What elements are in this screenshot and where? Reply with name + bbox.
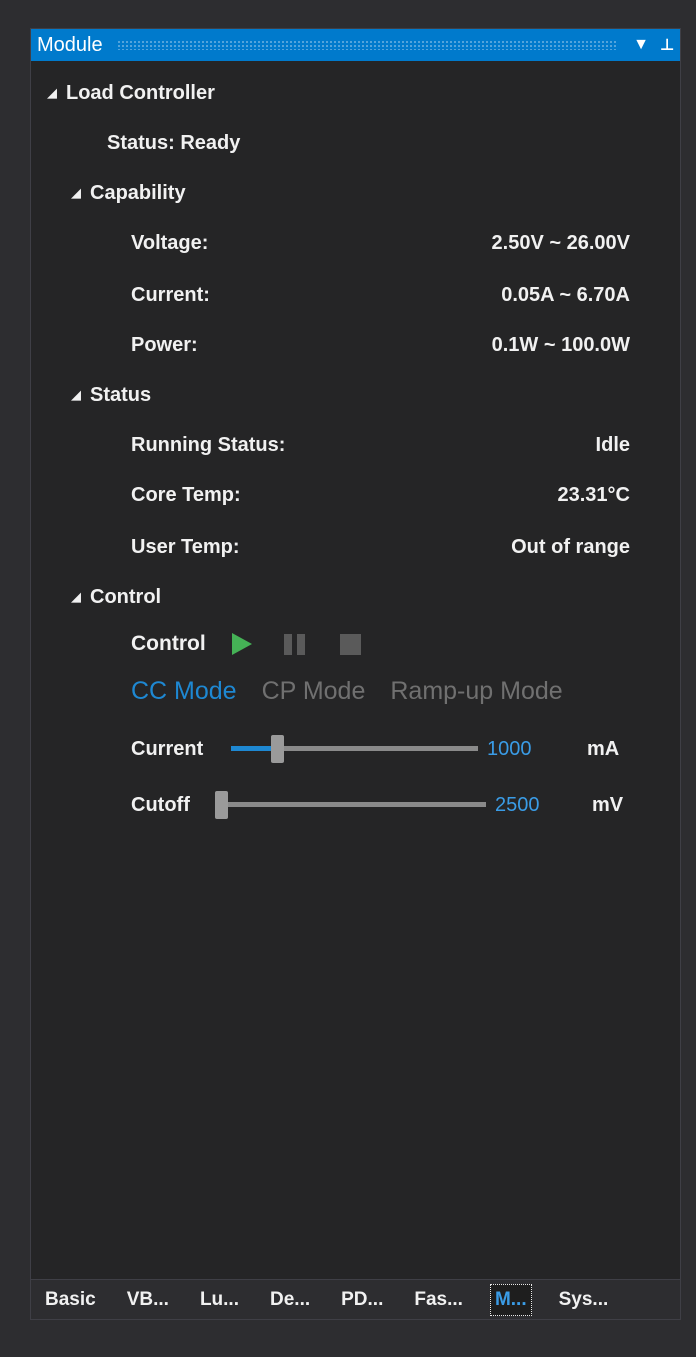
- power-label: Power:: [131, 333, 198, 356]
- expand-triangle-icon[interactable]: ◢: [71, 387, 81, 403]
- tab-fas[interactable]: Fas...: [410, 1285, 467, 1315]
- cutoff-slider-row: Cutoff 2500 mV: [131, 787, 623, 823]
- pause-icon[interactable]: [283, 633, 305, 655]
- dropdown-icon[interactable]: ▼: [628, 36, 654, 54]
- current-slider-unit: mA: [587, 737, 620, 760]
- cutoff-slider-value: 2500: [495, 793, 540, 816]
- titlebar-grip: [116, 40, 616, 50]
- cc-mode-option[interactable]: CC Mode: [131, 677, 237, 706]
- cutoff-slider[interactable]: [215, 787, 486, 823]
- stop-icon[interactable]: [339, 633, 361, 655]
- tab-lu[interactable]: Lu...: [196, 1285, 243, 1315]
- module-tabstrip: Basic VB... Lu... De... PD... Fas... M..…: [31, 1279, 680, 1319]
- tree-node-control[interactable]: ◢ Control: [31, 577, 680, 617]
- current-label: Current:: [131, 283, 210, 306]
- capability-label: Capability: [90, 181, 186, 204]
- current-slider-row: Current 1000 mA: [131, 731, 619, 767]
- user-temp-value: Out of range: [511, 535, 630, 558]
- capability-voltage-row: Voltage: 2.50V ~ 26.00V: [31, 223, 680, 263]
- tab-basic[interactable]: Basic: [41, 1285, 100, 1315]
- running-status-label: Running Status:: [131, 433, 286, 456]
- capability-current-row: Current: 0.05A ~ 6.70A: [31, 275, 680, 315]
- cutoff-slider-label: Cutoff: [131, 793, 190, 816]
- tab-de[interactable]: De...: [266, 1285, 314, 1315]
- current-slider[interactable]: [231, 731, 478, 767]
- play-icon[interactable]: [231, 633, 252, 655]
- control-section-label: Control: [90, 585, 162, 608]
- user-temp-row: User Temp: Out of range: [31, 527, 680, 567]
- capability-power-row: Power: 0.1W ~ 100.0W: [31, 325, 680, 365]
- cp-mode-option[interactable]: CP Mode: [262, 677, 366, 706]
- tab-sys[interactable]: Sys...: [555, 1285, 613, 1315]
- control-buttons-row: Control: [131, 629, 361, 659]
- core-temp-row: Core Temp: 23.31°C: [31, 475, 680, 515]
- slider-thumb[interactable]: [271, 735, 284, 763]
- user-temp-label: User Temp:: [131, 535, 240, 558]
- slider-thumb[interactable]: [215, 791, 228, 819]
- cutoff-slider-unit: mV: [592, 793, 624, 816]
- current-value: 0.05A ~ 6.70A: [501, 283, 630, 306]
- control-label: Control: [131, 632, 206, 655]
- expand-triangle-icon[interactable]: ◢: [47, 85, 57, 101]
- load-controller-label: Load Controller: [66, 81, 215, 104]
- current-slider-label: Current: [131, 737, 204, 760]
- core-temp-label: Core Temp:: [131, 483, 241, 506]
- power-value: 0.1W ~ 100.0W: [491, 333, 630, 356]
- voltage-value: 2.50V ~ 26.00V: [491, 231, 630, 254]
- module-panel: Module ▼ ⊥ ◢ Load Controller Status: Rea…: [30, 28, 681, 1320]
- tab-vb[interactable]: VB...: [123, 1285, 173, 1315]
- slider-track: [215, 802, 486, 807]
- tree-node-status[interactable]: ◢ Status: [31, 375, 680, 415]
- voltage-label: Voltage:: [131, 231, 209, 254]
- core-temp-value: 23.31°C: [557, 483, 631, 506]
- running-status-row: Running Status: Idle: [31, 425, 680, 465]
- panel-titlebar[interactable]: Module ▼ ⊥: [31, 29, 680, 61]
- tab-pd[interactable]: PD...: [337, 1285, 387, 1315]
- status-ready-row: Status: Ready: [31, 123, 680, 163]
- pin-icon[interactable]: ⊥: [654, 35, 680, 55]
- tree-node-capability[interactable]: ◢ Capability: [31, 173, 680, 213]
- slider-fill: [231, 746, 271, 751]
- current-slider-value: 1000: [487, 737, 532, 760]
- expand-triangle-icon[interactable]: ◢: [71, 589, 81, 605]
- running-status-value: Idle: [595, 433, 630, 456]
- tab-module[interactable]: M...: [489, 1283, 532, 1316]
- mode-selector: CC Mode CP Mode Ramp-up Mode: [131, 677, 588, 706]
- panel-title: Module: [37, 33, 103, 56]
- status-label: Status: [90, 383, 152, 406]
- ramp-up-mode-option[interactable]: Ramp-up Mode: [390, 677, 562, 706]
- status-ready-text: Status: Ready: [107, 131, 241, 154]
- expand-triangle-icon[interactable]: ◢: [71, 185, 81, 201]
- tree-node-load-controller[interactable]: ◢ Load Controller: [31, 73, 680, 113]
